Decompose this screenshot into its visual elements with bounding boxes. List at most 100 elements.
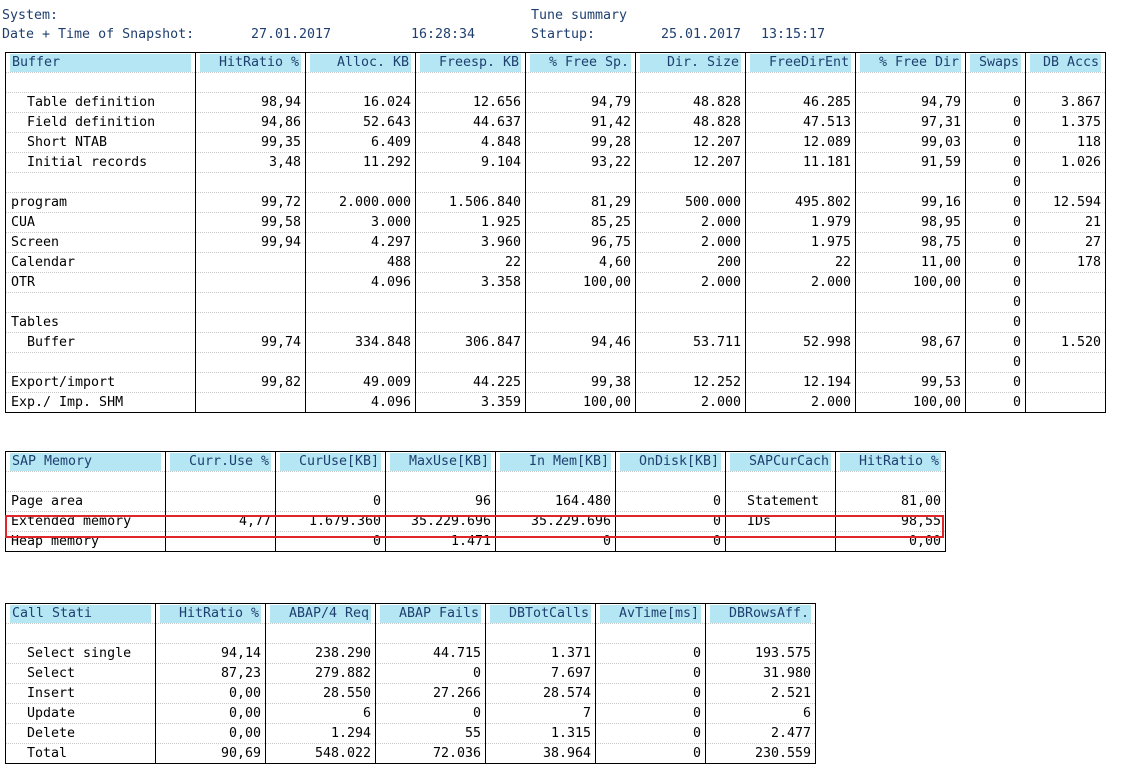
column-header-db-accs[interactable]: DB Accs — [1025, 52, 1106, 73]
column-header-free-sp[interactable]: % Free Sp. — [525, 52, 636, 73]
table-row-select-single: Select single 94,14 238.290 44.715 1.371 0 193… — [5, 643, 816, 664]
table-row-cua: CUA 99,58 3.000 1.925 85,25 2.000 1.979 98,95 0 2… — [5, 212, 1106, 233]
column-header-abap-fails[interactable]: ABAP Fails — [375, 603, 486, 624]
table-cell: 4.096 — [305, 392, 416, 413]
table-cell: 100,00 — [855, 272, 966, 293]
table-row-table-definition: Table definition 98,94 16.024 12.656 94,79 48… — [5, 92, 1106, 113]
table-cell: 0 — [965, 132, 1026, 153]
table-cell: 98,75 — [855, 232, 966, 253]
table-cell: 12.252 — [635, 372, 746, 393]
table-cell — [195, 352, 306, 373]
table-cell — [305, 172, 416, 193]
table-cell — [415, 172, 526, 193]
table-cell: 0 — [275, 531, 386, 552]
table-cell: 94,79 — [855, 92, 966, 113]
table-cell — [195, 312, 306, 333]
column-header-label: ABAP Fails — [380, 604, 481, 623]
column-header-dbtotcalls[interactable]: DBTotCalls — [485, 603, 596, 624]
column-header-hitratio[interactable]: HitRatio % — [835, 451, 946, 472]
column-header-sap-memory[interactable]: SAP Memory — [5, 451, 166, 472]
table-cell: 48.828 — [635, 92, 746, 113]
column-header-curuse-kb[interactable]: CurUse[KB] — [275, 451, 386, 472]
table-cell: 12.594 — [1025, 192, 1106, 213]
table-cell — [855, 72, 966, 93]
table-cell: 38.964 — [485, 743, 596, 764]
table-cell: 0 — [965, 352, 1026, 373]
column-header-call-stati[interactable]: Call Stati — [5, 603, 156, 624]
table-cell: 12.207 — [635, 132, 746, 153]
table-cell: 81,29 — [525, 192, 636, 213]
table-cell — [195, 252, 306, 273]
table-cell: 1.520 — [1025, 332, 1106, 353]
table-cell — [855, 312, 966, 333]
table-cell — [5, 623, 156, 644]
table-cell: 35.229.696 — [385, 511, 496, 532]
column-header-swaps[interactable]: Swaps — [965, 52, 1026, 73]
column-header-in-mem-kb[interactable]: In Mem[KB] — [495, 451, 616, 472]
table-cell — [725, 531, 836, 552]
column-header-alloc-kb[interactable]: Alloc. KB — [305, 52, 416, 73]
column-header-curr-use[interactable]: Curr.Use % — [165, 451, 276, 472]
column-header-label: FreeDirEnt — [750, 53, 851, 72]
column-header-abap-4-req[interactable]: ABAP/4 Req — [265, 603, 376, 624]
table-cell — [595, 623, 706, 644]
column-header-maxuse-kb[interactable]: MaxUse[KB] — [385, 451, 496, 472]
table-cell — [745, 352, 856, 373]
table-cell: 91,42 — [525, 112, 636, 133]
table-cell: 81,00 — [835, 491, 946, 512]
table-cell — [525, 292, 636, 313]
table-cell: 31.980 — [705, 663, 816, 684]
table-cell: 0,00 — [155, 683, 266, 704]
table-cell: 87,23 — [155, 663, 266, 684]
column-header-label: Swaps — [970, 53, 1021, 72]
table-row-short-ntab: Short NTAB 99,35 6.409 4.848 99,28 12.207 12.0… — [5, 132, 1106, 153]
column-header-label: Alloc. KB — [310, 53, 411, 72]
table-cell: 21 — [1025, 212, 1106, 233]
table-row-select: Select 87,23 279.882 0 7.697 0 31.980 — [5, 663, 816, 684]
column-header-label: DBRowsAff. — [710, 604, 811, 623]
table-cell: 1.471 — [385, 531, 496, 552]
column-header-dir-size[interactable]: Dir. Size — [635, 52, 746, 73]
column-header-label: HitRatio % — [200, 53, 301, 72]
table-cell: 2.477 — [705, 723, 816, 744]
column-header-hitratio[interactable]: HitRatio % — [155, 603, 266, 624]
table-cell — [1025, 372, 1106, 393]
table-cell: 94,14 — [155, 643, 266, 664]
table-cell — [5, 72, 196, 93]
column-header-hitratio[interactable]: HitRatio % — [195, 52, 306, 73]
column-header-label: MaxUse[KB] — [390, 452, 491, 471]
table-cell: 0 — [965, 92, 1026, 113]
table-cell — [525, 72, 636, 93]
table-cell — [165, 471, 276, 492]
table-cell: 306.847 — [415, 332, 526, 353]
table-cell: 2.000 — [635, 212, 746, 233]
header-row: Buffer HitRatio % Alloc. KB Freesp. KB % Fre… — [5, 52, 1106, 73]
column-header-buffer[interactable]: Buffer — [5, 52, 196, 73]
table-cell: program — [5, 192, 196, 213]
column-header-freedirent[interactable]: FreeDirEnt — [745, 52, 856, 73]
table-cell: 1.315 — [485, 723, 596, 744]
table-cell — [635, 292, 746, 313]
column-header-avtime-ms[interactable]: AvTime[ms] — [595, 603, 706, 624]
column-header-dbrowsaff[interactable]: DBRowsAff. — [705, 603, 816, 624]
table-cell: 22 — [745, 252, 856, 273]
column-header-label: Dir. Size — [640, 53, 741, 72]
table-cell: 96,75 — [525, 232, 636, 253]
table-cell: 0 — [595, 643, 706, 664]
table-cell — [1025, 352, 1106, 373]
table-cell — [635, 172, 746, 193]
table-cell: 0 — [595, 683, 706, 704]
column-header-freesp-kb[interactable]: Freesp. KB — [415, 52, 526, 73]
column-header-free-dir[interactable]: % Free Dir — [855, 52, 966, 73]
table-cell: 548.022 — [265, 743, 376, 764]
table-cell: Select — [5, 663, 156, 684]
table-cell: 46.285 — [745, 92, 856, 113]
column-header-ondisk-kb[interactable]: OnDisk[KB] — [615, 451, 726, 472]
table-cell — [5, 352, 196, 373]
table-cell: 98,95 — [855, 212, 966, 233]
column-header-sapcurcach[interactable]: SAPCurCach — [725, 451, 836, 472]
table-cell: 495.802 — [745, 192, 856, 213]
table-cell: 11.181 — [745, 152, 856, 173]
column-header-label: HitRatio % — [840, 452, 941, 471]
snapshot-date: 27.01.2017 — [251, 27, 332, 42]
